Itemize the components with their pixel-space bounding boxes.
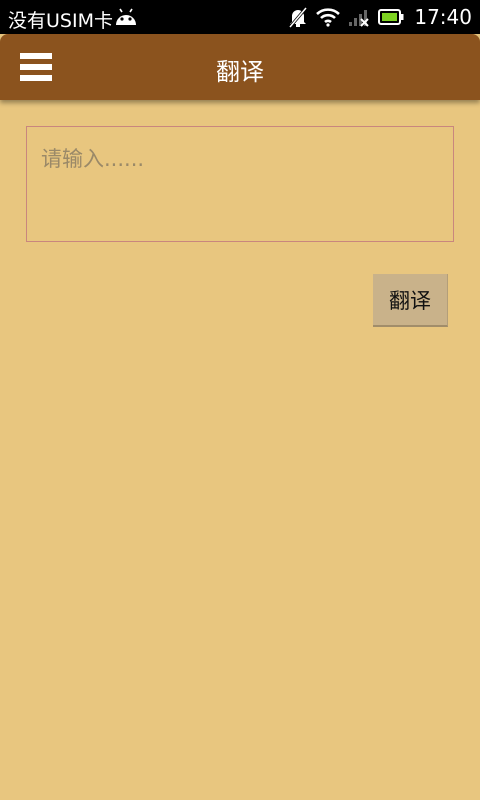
clock: 17:40 bbox=[414, 5, 472, 29]
status-bar: 没有USIM卡 17:40 bbox=[0, 0, 480, 34]
page-title: 翻译 bbox=[216, 58, 264, 86]
status-icons: 17:40 bbox=[288, 4, 472, 30]
carrier-label: 没有USIM卡 bbox=[8, 10, 113, 32]
android-icon bbox=[116, 8, 136, 25]
battery-icon bbox=[378, 9, 404, 25]
app-bar: 翻译 bbox=[0, 34, 480, 100]
app-screen: 没有USIM卡 17:40 翻译 请输入...... 翻译 bbox=[0, 0, 480, 800]
translate-button[interactable]: 翻译 bbox=[373, 274, 448, 327]
silent-icon bbox=[289, 7, 308, 28]
wifi-icon bbox=[316, 8, 341, 27]
signal-icon bbox=[349, 10, 370, 27]
translate-input[interactable] bbox=[26, 126, 454, 242]
